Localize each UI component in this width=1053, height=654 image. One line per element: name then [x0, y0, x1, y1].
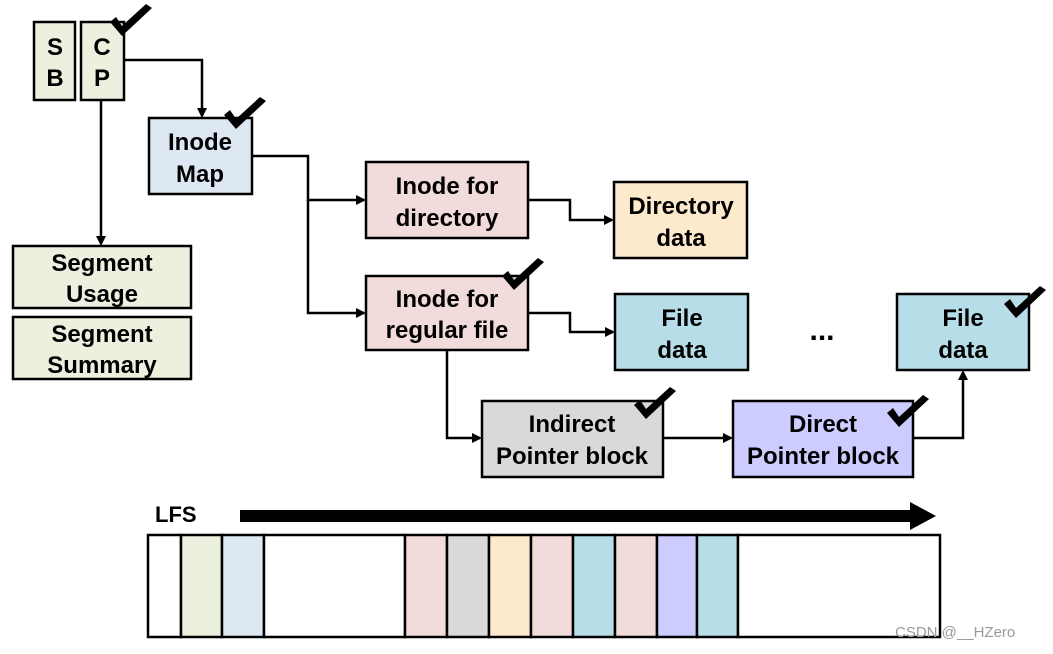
svg-text:Summary: Summary: [47, 352, 157, 379]
ellipsis: ...: [809, 314, 834, 347]
svg-text:data: data: [938, 337, 988, 364]
segment-summary-block: Segment Summary: [11, 315, 193, 381]
log-segment: [445, 533, 491, 639]
inode-dir-block: Inode for directory: [364, 160, 530, 240]
arrow-inode-dir-to-dir-data: [528, 198, 614, 225]
svg-text:Map: Map: [176, 161, 224, 188]
svg-text:P: P: [94, 65, 110, 92]
cp-block: C P: [79, 20, 126, 102]
lfs-label: LFS: [155, 502, 197, 527]
log-segment: [736, 533, 942, 639]
svg-text:Usage: Usage: [66, 281, 138, 308]
arrow-inode-file-to-file-data: [528, 311, 615, 337]
log-segment: [613, 533, 659, 639]
svg-text:data: data: [657, 337, 707, 364]
svg-text:Inode: Inode: [168, 129, 232, 156]
svg-text:Pointer block: Pointer block: [747, 443, 900, 470]
log-direction-arrow: [240, 502, 936, 530]
svg-text:C: C: [93, 34, 110, 61]
svg-text:Direct: Direct: [789, 411, 857, 438]
log-segment: [655, 533, 699, 639]
log-segment: [220, 533, 266, 639]
svg-text:regular file: regular file: [386, 317, 509, 344]
arrow-imap-to-inode-file: [306, 200, 366, 318]
log-segment: [571, 533, 617, 639]
arrow-cp-to-inode-map: [124, 58, 207, 118]
inode-map-block: Inode Map: [147, 116, 254, 196]
svg-text:Pointer block: Pointer block: [496, 443, 649, 470]
lfs-diagram: S B C P Inode Map Segment Usage Segment …: [11, 4, 1046, 641]
file-data-block-1: File data: [613, 292, 750, 372]
svg-text:S: S: [47, 34, 63, 61]
svg-text:File: File: [661, 305, 702, 332]
svg-text:directory: directory: [396, 205, 499, 232]
segment-usage-block: Segment Usage: [11, 244, 193, 310]
svg-text:data: data: [656, 225, 706, 252]
svg-text:B: B: [46, 65, 63, 92]
log-segment: [146, 533, 183, 639]
arrow-inode-file-to-indirect: [445, 350, 482, 443]
indirect-pointer-block: Indirect Pointer block: [480, 399, 665, 479]
log-segment: [262, 533, 407, 639]
inode-file-block: Inode for regular file: [364, 274, 530, 352]
dir-data-block: Directory data: [612, 180, 749, 260]
log-segment: [179, 533, 224, 639]
svg-text:Indirect: Indirect: [529, 411, 616, 438]
sb-block: S B: [32, 20, 77, 102]
log-segment: [529, 533, 575, 639]
svg-text:Directory: Directory: [628, 193, 734, 220]
arrow-imap-to-inode-dir: [252, 154, 366, 205]
svg-text:Segment: Segment: [51, 250, 152, 277]
log-bar: [146, 533, 942, 639]
svg-text:Segment: Segment: [51, 321, 152, 348]
log-segment: [695, 533, 740, 639]
direct-pointer-block: Direct Pointer block: [731, 399, 915, 479]
watermark: CSDN @__HZero: [895, 624, 1015, 641]
svg-text:File: File: [942, 305, 983, 332]
log-segment: [487, 533, 533, 639]
log-segment: [403, 533, 449, 639]
svg-text:Inode for: Inode for: [396, 286, 499, 313]
svg-text:Inode for: Inode for: [396, 173, 499, 200]
